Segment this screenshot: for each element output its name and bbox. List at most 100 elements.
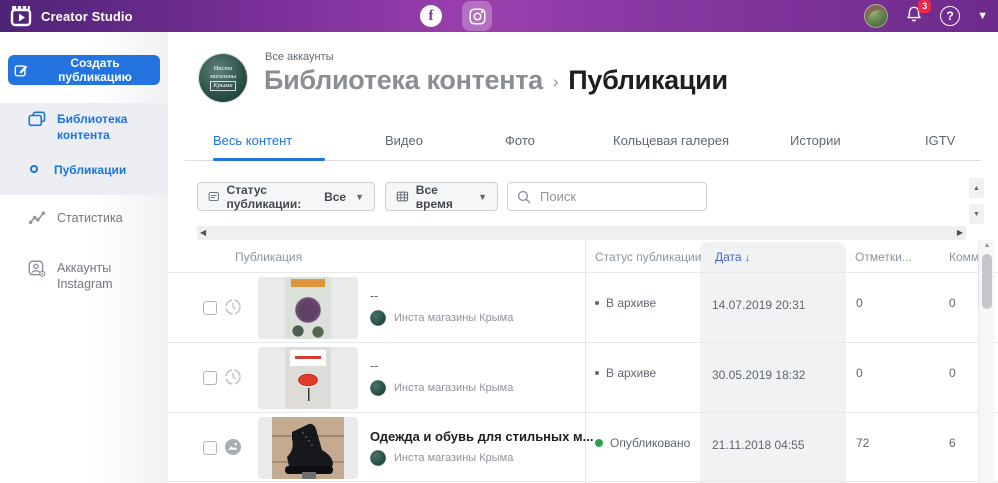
instagram-icon[interactable] bbox=[462, 1, 492, 31]
table-header: Публикация Статус публикации Дата ↓ Отмет… bbox=[168, 240, 998, 272]
likes-cell: 0 bbox=[856, 296, 863, 310]
status-cell: В архиве bbox=[595, 296, 656, 310]
table-row[interactable]: -- Инста магазины Крыма В архиве 30.05.2… bbox=[168, 342, 998, 412]
notification-badge: 3 bbox=[918, 0, 932, 13]
breadcrumb: Библиотека контента › Публикации bbox=[264, 65, 728, 96]
row-checkbox[interactable] bbox=[203, 301, 217, 315]
comments-cell: 0 bbox=[949, 296, 956, 310]
status-filter-dropdown[interactable]: Статус публикации: Все ▼ bbox=[197, 182, 375, 211]
post-thumbnail[interactable] bbox=[258, 417, 358, 479]
search-box bbox=[507, 182, 707, 211]
account-avatar-small bbox=[370, 310, 386, 326]
sidebar-item-statistics[interactable]: Статистика bbox=[0, 210, 168, 230]
scroll-right-icon[interactable]: ▶ bbox=[957, 229, 963, 237]
bullet-icon bbox=[30, 165, 38, 173]
topbar: Creator Studio f 3 ? ▼ bbox=[0, 0, 998, 32]
scroll-down-button[interactable]: ▼ bbox=[969, 204, 984, 224]
account-scope-label: Все аккаунты bbox=[265, 51, 334, 63]
scheduled-clock-icon bbox=[224, 368, 242, 386]
scroll-left-icon[interactable]: ◀ bbox=[200, 229, 206, 237]
post-title: -- bbox=[370, 289, 379, 303]
facebook-icon[interactable]: f bbox=[420, 5, 442, 27]
column-header-likes: Отметки... bbox=[855, 250, 912, 264]
dropdown-caret-icon: ▼ bbox=[478, 191, 487, 202]
account-avatar-small bbox=[370, 380, 386, 396]
status-archived-icon bbox=[595, 371, 599, 375]
page-title: Публикации bbox=[568, 65, 728, 95]
status-cell: В архиве bbox=[595, 366, 656, 380]
column-header-status: Статус публикации bbox=[595, 250, 702, 264]
post-account: Инста магазины Крыма bbox=[370, 380, 513, 396]
active-tab-underline bbox=[213, 158, 325, 161]
sidebar-item-publications[interactable]: Публикации bbox=[0, 162, 168, 178]
likes-cell: 0 bbox=[856, 366, 863, 380]
help-icon[interactable]: ? bbox=[940, 6, 961, 26]
tab-photo[interactable]: Фото bbox=[505, 133, 535, 148]
row-checkbox[interactable] bbox=[203, 371, 217, 385]
scroll-up-icon[interactable]: ▲ bbox=[979, 242, 995, 249]
main-content: Инста магазины Крыма Все аккаунты Библио… bbox=[168, 32, 998, 483]
creator-studio-app: Creator Studio f 3 ? ▼ Создать публикаци… bbox=[0, 0, 998, 483]
post-account: Инста магазины Крыма bbox=[370, 310, 513, 326]
tab-stories[interactable]: Истории bbox=[790, 133, 841, 148]
search-input[interactable] bbox=[538, 188, 688, 205]
scheduled-clock-icon bbox=[224, 298, 242, 316]
post-account: Инста магазины Крыма bbox=[370, 450, 513, 466]
tab-carousel[interactable]: Кольцевая галерея bbox=[613, 133, 729, 148]
content-tabs: Весь контент Видео Фото Кольцевая галере… bbox=[185, 124, 981, 161]
account-menu-chevron-icon[interactable]: ▼ bbox=[977, 10, 988, 22]
user-avatar[interactable] bbox=[864, 4, 889, 28]
time-filter-dropdown[interactable]: Все время ▼ bbox=[385, 182, 498, 211]
column-header-date-sort[interactable]: Дата ↓ bbox=[715, 250, 750, 264]
sort-descending-icon: ↓ bbox=[744, 252, 751, 264]
table-row[interactable]: Одежда и обувь для стильных м... Инста м… bbox=[168, 412, 998, 482]
column-header-publication: Публикация bbox=[235, 250, 303, 264]
table-row[interactable]: -- Инста магазины Крыма В архиве 14.07.2… bbox=[168, 272, 998, 342]
post-title: -- bbox=[370, 359, 379, 373]
notifications-bell-icon[interactable]: 3 bbox=[905, 0, 932, 28]
table-vertical-scrollbar[interactable]: ▲ bbox=[978, 240, 994, 483]
horizontal-scrollbar[interactable]: ◀ ▶ bbox=[197, 226, 966, 240]
comments-cell: 0 bbox=[949, 366, 956, 380]
date-cell: 21.11.2018 04:55 bbox=[712, 438, 805, 452]
account-avatar[interactable]: Инста магазины Крыма bbox=[199, 54, 247, 102]
scroll-up-button[interactable]: ▲ bbox=[969, 178, 984, 198]
column-header-comments: Комм bbox=[949, 250, 980, 264]
tab-video[interactable]: Видео bbox=[385, 133, 423, 148]
scrollbar-thumb[interactable] bbox=[982, 254, 992, 309]
status-filter-icon bbox=[208, 192, 219, 201]
brand[interactable]: Creator Studio bbox=[10, 4, 133, 28]
app-title: Creator Studio bbox=[41, 8, 133, 24]
search-icon bbox=[517, 190, 531, 203]
compose-icon bbox=[14, 65, 28, 77]
tab-all-content[interactable]: Весь контент bbox=[213, 133, 292, 148]
post-thumbnail[interactable] bbox=[258, 277, 358, 339]
calendar-icon bbox=[396, 191, 409, 202]
post-thumbnail[interactable] bbox=[258, 347, 358, 409]
sidebar: Создать публикацию Библиотека контента П… bbox=[0, 32, 168, 483]
dropdown-caret-icon: ▼ bbox=[355, 191, 364, 202]
date-cell: 14.07.2019 20:31 bbox=[712, 298, 806, 312]
create-post-button[interactable]: Создать публикацию bbox=[8, 55, 160, 85]
statistics-chart-icon bbox=[28, 210, 46, 230]
account-avatar-small bbox=[370, 450, 386, 466]
topbar-actions: 3 ? ▼ bbox=[864, 0, 988, 32]
photo-post-icon bbox=[224, 438, 242, 456]
content-library-icon bbox=[28, 111, 46, 132]
post-title: Одежда и обувь для стильных м... bbox=[370, 429, 594, 444]
sidebar-item-instagram-accounts[interactable]: Аккаунты Instagram bbox=[0, 260, 168, 292]
status-cell: Опубликовано bbox=[595, 436, 690, 450]
breadcrumb-parent[interactable]: Библиотека контента bbox=[264, 65, 543, 96]
date-cell: 30.05.2019 18:32 bbox=[712, 368, 806, 382]
breadcrumb-separator: › bbox=[552, 71, 559, 91]
row-checkbox[interactable] bbox=[203, 441, 217, 455]
filters-scrollbar: ▲ ▼ bbox=[969, 178, 984, 224]
comments-cell: 6 bbox=[949, 436, 956, 450]
tab-igtv[interactable]: IGTV bbox=[925, 133, 955, 148]
likes-cell: 72 bbox=[856, 436, 870, 450]
sidebar-item-content-library[interactable]: Библиотека контента bbox=[0, 111, 168, 143]
creator-studio-logo-icon bbox=[10, 4, 32, 28]
status-published-icon bbox=[595, 439, 603, 447]
platform-switcher: f bbox=[420, 0, 492, 32]
account-gear-icon bbox=[28, 260, 46, 282]
